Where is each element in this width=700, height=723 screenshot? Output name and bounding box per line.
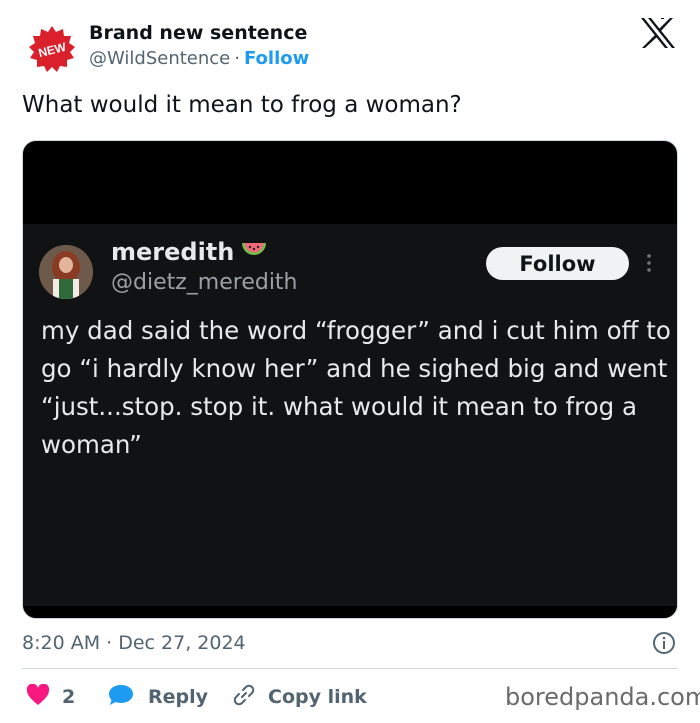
follow-link[interactable]: Follow (244, 48, 309, 69)
reply-button[interactable]: Reply (108, 683, 208, 711)
boredpanda-watermark: boredpanda.com (505, 683, 700, 711)
tweet-text: What would it mean to frog a woman? (22, 92, 462, 118)
author-handle[interactable]: @WildSentence (89, 48, 230, 69)
embedded-post-text: my dad said the word “frogger” and i cut… (41, 316, 671, 459)
embedded-name-text: meredith (111, 238, 235, 266)
author-handle-row: @WildSentence · Follow (89, 48, 309, 69)
watermelon-icon (240, 239, 268, 267)
new-badge-avatar: NEW (28, 25, 76, 73)
link-icon (232, 683, 256, 712)
author-name[interactable]: Brand new sentence (89, 22, 307, 44)
embedded-post: meredith @dietz_meredith Follow my dad s… (23, 224, 677, 606)
more-options-icon[interactable] (645, 252, 653, 274)
info-icon[interactable] (652, 631, 676, 655)
embedded-author-handle[interactable]: @dietz_meredith (111, 270, 298, 295)
tweet-timestamp[interactable]: 8:20 AM · Dec 27, 2024 (22, 632, 246, 654)
embedded-avatar (39, 245, 93, 299)
like-button[interactable]: 2 (26, 683, 75, 711)
embedded-follow-button[interactable]: Follow (486, 247, 629, 280)
tweet-media[interactable]: meredith @dietz_meredith Follow my dad s… (22, 140, 678, 619)
divider (22, 668, 678, 669)
reply-label: Reply (148, 686, 209, 708)
x-logo-icon[interactable] (640, 17, 676, 49)
embedded-author-name[interactable]: meredith (111, 238, 268, 267)
heart-icon (26, 683, 50, 711)
like-count: 2 (62, 686, 76, 708)
handle-separator: · (234, 48, 240, 69)
new-badge-icon: NEW (29, 26, 75, 72)
copy-link-label: Copy link (268, 686, 367, 708)
copy-link-button[interactable]: Copy link (232, 683, 367, 711)
reply-bubble-icon (108, 684, 134, 711)
